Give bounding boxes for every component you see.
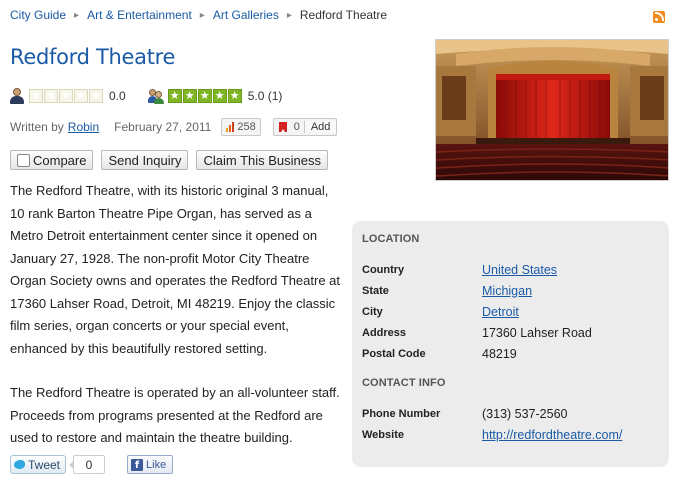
editor-rating-stars[interactable]: ★ ★ ★ ★ ★ <box>29 89 103 103</box>
star-empty-icon: ★ <box>59 89 73 103</box>
chevron-right-icon: ▸ <box>74 9 80 21</box>
publish-date: February 27, 2011 <box>114 120 212 134</box>
tweet-label: Tweet <box>28 457 61 472</box>
country-link[interactable]: United States <box>482 263 557 277</box>
star-empty-icon: ★ <box>74 89 88 103</box>
ratings: ★ ★ ★ ★ ★ 0.0 ★ ★ ★ ★ ★ 5.0 (1) <box>10 88 304 104</box>
breadcrumb-art-galleries[interactable]: Art Galleries <box>213 8 279 22</box>
social-buttons: Tweet 0 f Like <box>10 455 174 474</box>
info-label: State <box>362 284 389 297</box>
compare-label: Compare <box>33 152 87 168</box>
author-link[interactable]: Robin <box>68 120 99 134</box>
business-description: The Redford Theatre, with its historic o… <box>10 180 345 472</box>
info-row-address: Address 17360 Lahser Road <box>362 322 659 343</box>
info-label: City <box>362 305 383 318</box>
rss-feed-icon[interactable] <box>653 11 665 23</box>
star-empty-icon: ★ <box>89 89 103 103</box>
compare-checkbox[interactable] <box>17 153 30 167</box>
star-empty-icon: ★ <box>29 89 43 103</box>
like-button[interactable]: f Like <box>127 455 174 474</box>
user-rating-stars[interactable]: ★ ★ ★ ★ ★ <box>167 89 242 103</box>
star-full-icon: ★ <box>227 89 242 103</box>
info-label: Postal Code <box>362 347 426 360</box>
description-paragraph: The Redford Theatre, with its historic o… <box>10 183 341 356</box>
description-paragraph: The Redford Theatre is operated by an al… <box>10 385 340 445</box>
tweet-count: 0 <box>69 455 106 474</box>
info-row-postal-code: Postal Code 48219 <box>362 343 659 364</box>
star-empty-icon: ★ <box>44 89 58 103</box>
location-panel: LOCATION Country United States State Mic… <box>352 221 669 467</box>
action-buttons: Compare Send Inquiry Claim This Business <box>10 150 328 170</box>
info-label: Address <box>362 326 407 339</box>
info-label: Website <box>362 428 404 441</box>
website-link[interactable]: http://redfordtheatre.com/ <box>482 428 622 442</box>
bar-chart-icon <box>226 122 235 132</box>
tweet-button[interactable]: Tweet <box>10 455 67 474</box>
send-inquiry-button[interactable]: Send Inquiry <box>101 150 189 170</box>
page-title: Redford Theatre <box>10 45 176 69</box>
star-full-icon: ★ <box>197 89 212 103</box>
chevron-right-icon: ▸ <box>199 9 205 21</box>
editor-rating-value: 0.0 <box>109 89 126 103</box>
user-icon <box>10 88 24 104</box>
postal-code-value: 48219 <box>482 346 517 361</box>
twitter-bird-icon <box>14 460 25 469</box>
state-link[interactable]: Michigan <box>482 284 532 298</box>
info-row-state: State Michigan <box>362 280 659 301</box>
info-row-phone: Phone Number (313) 537-2560 <box>362 403 659 424</box>
theatre-image <box>436 40 668 180</box>
views-count: 258 <box>237 121 256 133</box>
phone-value: (313) 537-2560 <box>482 406 568 421</box>
location-heading: LOCATION <box>362 233 420 245</box>
breadcrumb-city-guide[interactable]: City Guide <box>10 8 66 22</box>
info-label: Country <box>362 263 405 276</box>
like-label: Like <box>146 458 167 471</box>
info-label: Phone Number <box>362 407 441 420</box>
user-rating-value: 5.0 (1) <box>247 89 283 103</box>
bookmark-widget: 0 Add <box>272 118 338 136</box>
info-row-website: Website http://redfordtheatre.com/ <box>362 424 659 445</box>
article-meta: Written by Robin February 27, 2011 258 0… <box>10 118 338 136</box>
city-link[interactable]: Detroit <box>482 305 519 319</box>
star-full-icon: ★ <box>167 89 182 103</box>
bookmark-icon <box>278 122 287 132</box>
star-full-icon: ★ <box>182 89 197 103</box>
claim-business-button[interactable]: Claim This Business <box>196 150 328 170</box>
breadcrumb-current: Redford Theatre <box>299 8 388 22</box>
written-by-label: Written by <box>10 120 64 134</box>
contact-heading: CONTACT INFO <box>362 377 446 389</box>
breadcrumb-art-entertainment[interactable]: Art & Entertainment <box>87 8 192 22</box>
views-counter: 258 <box>221 118 261 136</box>
info-row-country: Country United States <box>362 259 659 280</box>
compare-button[interactable]: Compare <box>10 150 94 170</box>
bookmark-count: 0 <box>290 121 305 133</box>
address-value: 17360 Lahser Road <box>482 325 592 340</box>
breadcrumb: City Guide ▸ Art & Entertainment ▸ Art G… <box>10 8 387 22</box>
theatre-photo[interactable] <box>435 39 669 181</box>
facebook-icon: f <box>131 458 144 471</box>
add-bookmark-button[interactable]: Add <box>304 121 337 133</box>
chevron-right-icon: ▸ <box>286 9 292 21</box>
star-full-icon: ★ <box>212 89 227 103</box>
group-icon <box>147 88 164 104</box>
info-row-city: City Detroit <box>362 301 659 322</box>
